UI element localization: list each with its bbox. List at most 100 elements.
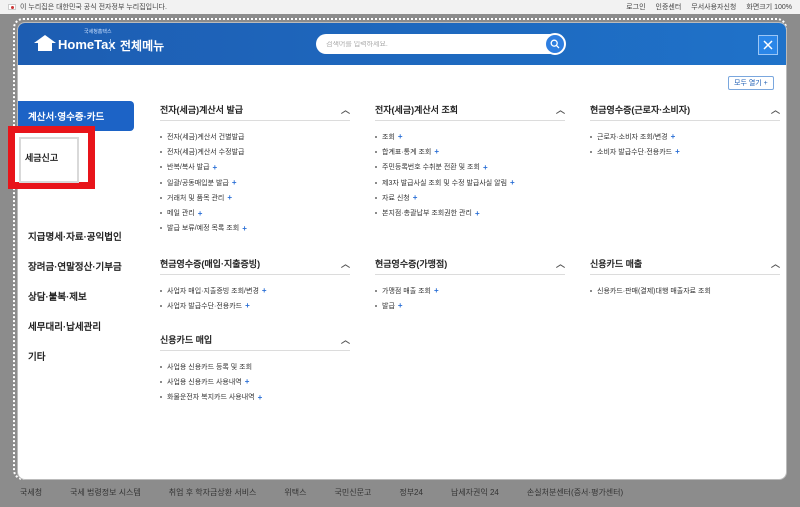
cert-center-link[interactable]: 인증센터 [656, 2, 682, 12]
close-icon [763, 40, 773, 50]
chevron-up-icon: ︿ [770, 105, 780, 115]
section-cash-receipt-merchant: 현금영수증(가맹점) ︿ 가맹점 매출 조회 + 발급 + [375, 253, 565, 314]
logo-text: HomeTax [58, 36, 116, 52]
list-item[interactable]: 근로자·소비자 조회/변경 + [590, 129, 780, 144]
signup-link[interactable]: 무서사용자신청 [691, 2, 736, 12]
close-button[interactable] [758, 35, 778, 55]
list-item[interactable]: 사업자 매입·지출증빙 조회/변경 + [160, 283, 350, 298]
section-header[interactable]: 전자(세금)계산서 조회 ︿ [375, 99, 565, 121]
list-item[interactable]: 소비자 발급수단·전용카드 + [590, 144, 780, 159]
footer-link[interactable]: 취업 후 학자금상환 서비스 [169, 487, 257, 498]
sidebar-item-consult-appeal[interactable]: 상담·불복·제보 [18, 281, 136, 311]
list-item[interactable]: 신용카드·판매(결제)대행 매출자료 조회 [590, 283, 780, 298]
list-item[interactable]: 메일 관리 + [160, 205, 350, 220]
section-credit-card-purchase: 신용카드 매입 ︿ 사업용 신용카드 등록 및 조회 사업용 신용카드 사용내역… [160, 329, 350, 405]
list-item[interactable]: 화물운전자 복지카드 사용내역 + [160, 390, 350, 405]
section-title: 신용카드 매출 [590, 259, 643, 269]
footer-link[interactable]: 납세자권익 24 [451, 487, 499, 498]
sidebar-item-payment-statements[interactable]: 지급명세·자료·공익법인 [18, 221, 136, 251]
search-box [316, 33, 566, 55]
list-item[interactable]: 주민등록번호 수취분 전환 및 조회 + [375, 160, 565, 175]
list-item[interactable]: 제3자 발급사실 조회 및 수정 발급사실 알림 + [375, 175, 565, 190]
list-item[interactable]: 조회 + [375, 129, 565, 144]
plus-icon: + [242, 223, 247, 233]
plus-icon: + [474, 208, 480, 218]
zoom-control[interactable]: 화면크기 100% [746, 2, 792, 12]
section-cash-receipt-purchase: 현금영수증(매입·지출증빙) ︿ 사업자 매입·지출증빙 조회/변경 + 사업자 … [160, 253, 350, 314]
section-header[interactable]: 전자(세금)계산서 발급 ︿ [160, 99, 350, 121]
chevron-up-icon: ︿ [555, 259, 565, 269]
chevron-up-icon: ︿ [770, 259, 780, 269]
sidebar-item-incentives-yearend[interactable]: 장려금·연말정산·기부금 [18, 251, 136, 281]
gov-links: 로그인 인증센터 무서사용자신청 화면크기 100% [626, 2, 792, 12]
house-icon [34, 35, 56, 53]
list-item[interactable]: 사업용 신용카드 사용내역 + [160, 374, 350, 389]
search-input[interactable] [316, 40, 526, 48]
login-link[interactable]: 로그인 [626, 2, 645, 12]
section-list: 가맹점 매출 조회 + 발급 + [375, 275, 565, 314]
modal-header: HomeTax 국세청홈택스 전체메뉴 [18, 23, 786, 65]
section-list: 근로자·소비자 조회/변경 + 소비자 발급수단·전용카드 + [590, 121, 780, 160]
section-list: 사업자 매입·지출증빙 조회/변경 + 사업자 발급수단·전용카드 + [160, 275, 350, 314]
list-item[interactable]: 일괄/공동매입분 발급 + [160, 175, 350, 190]
chevron-up-icon: ︿ [340, 335, 350, 345]
plus-icon: + [231, 178, 237, 188]
plus-icon: + [433, 286, 439, 296]
chevron-up-icon: ︿ [340, 259, 350, 269]
section-einvoice-issue: 전자(세금)계산서 발급 ︿ 전자(세금)계산서 건별발급 전자(세금)계산서 … [160, 99, 350, 236]
section-title: 현금영수증(근로자·소비자) [590, 105, 691, 115]
section-title: 전자(세금)계산서 조회 [375, 105, 459, 115]
list-item[interactable]: 자료 신청 + [375, 190, 565, 205]
section-header[interactable]: 신용카드 매입 ︿ [160, 329, 350, 351]
section-title: 현금영수증(가맹점) [375, 259, 448, 269]
list-item[interactable]: 전자(세금)계산서 수정발급 [160, 144, 350, 159]
section-header[interactable]: 현금영수증(가맹점) ︿ [375, 253, 565, 275]
footer-link[interactable]: 손실처분센터(증서·평가센터) [527, 487, 623, 498]
section-einvoice-inquiry: 전자(세금)계산서 조회 ︿ 조회 + 합계표·통계 조회 + 주민등록번호 수취분… [375, 99, 565, 221]
footer-link[interactable]: 국민신문고 [335, 487, 372, 498]
footer-link[interactable]: 정부24 [399, 487, 423, 498]
search-button[interactable] [544, 33, 566, 55]
list-item[interactable]: 반복/복사 발급 + [160, 160, 350, 175]
modal-title: 전체메뉴 [120, 39, 165, 53]
list-item[interactable]: 사업자 발급수단·전용카드 + [160, 298, 350, 313]
footer-link[interactable]: 국세청 [20, 487, 42, 498]
list-item[interactable]: 가맹점 매출 조회 + [375, 283, 565, 298]
list-item[interactable]: 전자(세금)계산서 건별발급 [160, 129, 350, 144]
section-title: 현금영수증(매입·지출증빙) [160, 259, 261, 269]
plus-icon: + [244, 377, 250, 387]
search-icon [550, 39, 560, 49]
section-credit-card-sales: 신용카드 매출 ︿ 신용카드·판매(결제)대행 매출자료 조회 [590, 253, 780, 298]
list-item[interactable]: 발급 보류/예정 목록 조회 + [160, 221, 350, 236]
plus-icon: + [434, 147, 440, 157]
sidebar-item-etc[interactable]: 기타 [18, 341, 136, 371]
plus-icon: + [482, 162, 488, 172]
expand-all-button[interactable]: 모두 열기 + [728, 76, 774, 90]
footer-link[interactable]: 위택스 [284, 487, 306, 498]
footer-link[interactable]: 국세 법령정보 시스템 [70, 487, 141, 498]
sidebar-item-label: 세금신고 [25, 153, 59, 163]
section-title: 신용카드 매입 [160, 335, 213, 345]
chevron-up-icon: ︿ [555, 105, 565, 115]
plus-icon: + [397, 301, 403, 311]
plus-icon: + [227, 193, 233, 203]
sidebar-item-tax-filing[interactable]: 세금신고 [8, 126, 95, 189]
list-item[interactable]: 사업용 신용카드 등록 및 조회 [160, 359, 350, 374]
section-title: 전자(세금)계산서 발급 [160, 105, 244, 115]
section-list: 사업용 신용카드 등록 및 조회 사업용 신용카드 사용내역 + 화물운전자 복지… [160, 351, 350, 405]
sidebar-item-tax-agent[interactable]: 세무대리·납세관리 [18, 311, 136, 341]
list-item[interactable]: 거래처 및 품목 관리 + [160, 190, 350, 205]
section-cash-receipt-consumer: 현금영수증(근로자·소비자) ︿ 근로자·소비자 조회/변경 + 소비자 발급수단… [590, 99, 780, 160]
gov-notice-text: 이 누리집은 대한민국 공식 전자정부 누리집입니다. [20, 4, 167, 11]
plus-icon: + [261, 286, 267, 296]
plus-icon: + [675, 147, 680, 157]
section-header[interactable]: 현금영수증(근로자·소비자) ︿ [590, 99, 780, 121]
section-header[interactable]: 현금영수증(매입·지출증빙) ︿ [160, 253, 350, 275]
plus-icon: + [412, 193, 418, 203]
list-item[interactable]: 발급 + [375, 298, 565, 313]
list-item[interactable]: 합계표·통계 조회 + [375, 144, 565, 159]
section-header[interactable]: 신용카드 매출 ︿ [590, 253, 780, 275]
hometax-logo[interactable]: HomeTax 국세청홈택스 [34, 29, 116, 53]
plus-icon: + [670, 132, 676, 142]
list-item[interactable]: 본지점·총괄납부 조회권한 관리 + [375, 205, 565, 220]
